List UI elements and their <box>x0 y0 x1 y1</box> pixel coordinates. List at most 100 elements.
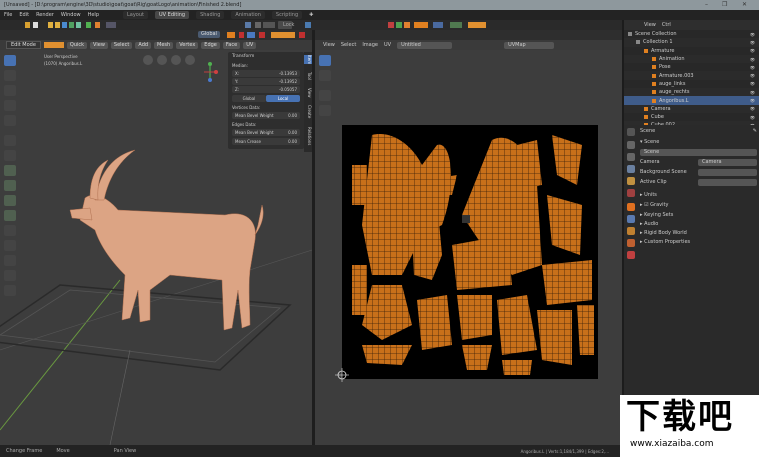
scene-panel-header[interactable]: ▾ Scene <box>640 138 757 146</box>
menu-window[interactable]: Window <box>61 12 81 18</box>
scale-tool-icon[interactable] <box>4 115 16 126</box>
move-tool-icon[interactable] <box>4 85 16 96</box>
menu-mesh[interactable]: Vertex <box>176 41 199 49</box>
select-tool-icon[interactable] <box>4 55 16 66</box>
menu-view[interactable]: View <box>90 41 108 49</box>
visibility-icon[interactable]: 👁 <box>750 90 755 95</box>
outliner-item[interactable]: Pose 👁 <box>624 63 759 71</box>
visibility-icon[interactable]: 👁 <box>750 115 755 120</box>
annotate-tool-icon[interactable] <box>4 135 16 146</box>
uv-image[interactable] <box>342 125 598 379</box>
local-toggle[interactable]: Local <box>266 95 300 102</box>
active-clip-field[interactable] <box>698 178 757 186</box>
transform-orientation-dropdown[interactable]: Global <box>198 31 220 38</box>
uv-move-tool-icon[interactable] <box>319 90 331 101</box>
gravity-panel[interactable]: ▸ ☑ Gravity <box>640 201 757 209</box>
custom-properties-panel[interactable]: ▸ Custom Properties <box>640 238 757 246</box>
shear-tool-icon[interactable] <box>4 285 16 296</box>
loop-cut-tool-icon[interactable] <box>4 210 16 221</box>
tab-scripting[interactable]: Scripting <box>271 11 303 19</box>
tab-layout[interactable]: Layout <box>123 11 148 19</box>
add-workspace-icon[interactable]: ✚ <box>309 12 313 18</box>
material-tab-icon[interactable] <box>627 251 635 259</box>
modifier-tab-icon[interactable] <box>627 215 635 223</box>
visibility-icon[interactable]: 👁 <box>750 106 755 111</box>
median-z-field[interactable]: Z: -0.05057 <box>232 86 300 93</box>
uv-cursor-tool-icon[interactable] <box>319 70 331 81</box>
outliner-ctrl-menu[interactable]: Ctrl <box>662 22 671 28</box>
knife-tool-icon[interactable] <box>4 225 16 236</box>
tab-shading[interactable]: Shading <box>196 11 225 19</box>
menu-quick[interactable]: Quick <box>66 41 88 49</box>
visibility-icon[interactable]: 👁 <box>750 65 755 70</box>
audio-panel[interactable]: ▸ Audio <box>640 220 757 228</box>
view-layer-tab-icon[interactable] <box>627 165 635 173</box>
close-button[interactable]: ✕ <box>742 1 747 8</box>
snapping-icons[interactable] <box>225 31 315 39</box>
smooth-tool-icon[interactable] <box>4 270 16 281</box>
transform-header[interactable]: Transform <box>232 54 254 59</box>
menu-mask[interactable]: Select <box>110 41 133 49</box>
outliner-item[interactable]: Cube 👁 <box>624 113 759 121</box>
outliner-view-menu[interactable]: View <box>644 22 656 28</box>
scene-selector[interactable]: Scene <box>640 148 757 156</box>
extrude-tool-icon[interactable] <box>4 165 16 176</box>
inset-tool-icon[interactable] <box>4 180 16 191</box>
tab-relations[interactable]: Relations <box>304 127 312 145</box>
uv-menu-uv[interactable]: UV <box>384 42 391 48</box>
uv-editor[interactable] <box>315 50 622 445</box>
menu-edge[interactable]: Face <box>222 41 241 49</box>
outliner-item[interactable]: auge_links 👁 <box>624 80 759 88</box>
tab-item[interactable]: Item <box>304 55 312 65</box>
background-scene-field[interactable] <box>698 168 757 176</box>
menu-render[interactable]: Render <box>36 12 54 18</box>
tab-tool[interactable]: Tool <box>304 72 312 80</box>
maximize-button[interactable]: ❐ <box>722 1 727 8</box>
outliner-item[interactable]: Armature 👁 <box>624 47 759 55</box>
uv-select-tool-icon[interactable] <box>319 55 331 66</box>
edge-mean-bevel-field[interactable]: Mean Bevel Weight 0.00 <box>232 129 300 136</box>
scene-tab-icon[interactable] <box>627 177 635 185</box>
menu-add[interactable]: Mesh <box>154 41 174 49</box>
object-tab-icon[interactable] <box>627 203 635 211</box>
tool-tab-icon[interactable] <box>627 128 635 136</box>
particles-tab-icon[interactable] <box>627 227 635 235</box>
tab-animation[interactable]: Animation <box>231 11 265 19</box>
render-tab-icon[interactable] <box>627 141 635 149</box>
menu-select[interactable]: Add <box>135 41 152 49</box>
tab-uv-editing[interactable]: UV Editing <box>155 11 190 19</box>
output-tab-icon[interactable] <box>627 153 635 161</box>
rigid-body-panel[interactable]: ▸ Rigid Body World <box>640 229 757 237</box>
keying-sets-panel[interactable]: ▸ Keying Sets <box>640 211 757 219</box>
tab-view[interactable]: View <box>304 88 312 98</box>
bevel-tool-icon[interactable] <box>4 195 16 206</box>
measure-tool-icon[interactable] <box>4 150 16 161</box>
outliner-item[interactable]: auge_rechts 👁 <box>624 88 759 97</box>
uv-menu-view[interactable]: View <box>323 42 335 48</box>
menu-vertex[interactable]: Edge <box>201 41 220 49</box>
visibility-icon[interactable]: 👁 <box>750 57 755 62</box>
select-mode-icons[interactable] <box>43 42 64 48</box>
units-panel[interactable]: ▸ Units <box>640 191 757 199</box>
outliner-item[interactable]: Angoribus.L 👁 <box>624 96 759 105</box>
lock-button[interactable]: Lock <box>283 22 294 28</box>
physics-tab-icon[interactable] <box>627 239 635 247</box>
mean-crease-field[interactable]: Mean Crease 0.00 <box>232 138 300 145</box>
visibility-icon[interactable]: 👁 <box>750 32 755 37</box>
pin-icon[interactable]: ✎ <box>753 128 757 134</box>
visibility-icon[interactable]: 👁 <box>750 48 755 53</box>
world-tab-icon[interactable] <box>627 189 635 197</box>
median-x-field[interactable]: X: -0.13953 <box>232 70 300 77</box>
outliner-item[interactable]: Scene Collection 👁 <box>624 30 759 38</box>
median-y-field[interactable]: Y: -0.13952 <box>232 78 300 85</box>
toolbar-icons[interactable] <box>0 20 622 30</box>
image-selector[interactable]: Untitled <box>397 41 453 49</box>
outliner-item[interactable]: Camera 👁 <box>624 104 759 113</box>
spin-tool-icon[interactable] <box>4 255 16 266</box>
menu-edit[interactable]: Edit <box>19 12 29 18</box>
tab-create[interactable]: Create <box>304 105 312 118</box>
menu-help[interactable]: Help <box>88 12 99 18</box>
visibility-icon[interactable]: 👁 <box>750 98 755 103</box>
vertex-mean-bevel-field[interactable]: Mean Bevel Weight 0.00 <box>232 112 300 119</box>
cursor-tool-icon[interactable] <box>4 70 16 81</box>
